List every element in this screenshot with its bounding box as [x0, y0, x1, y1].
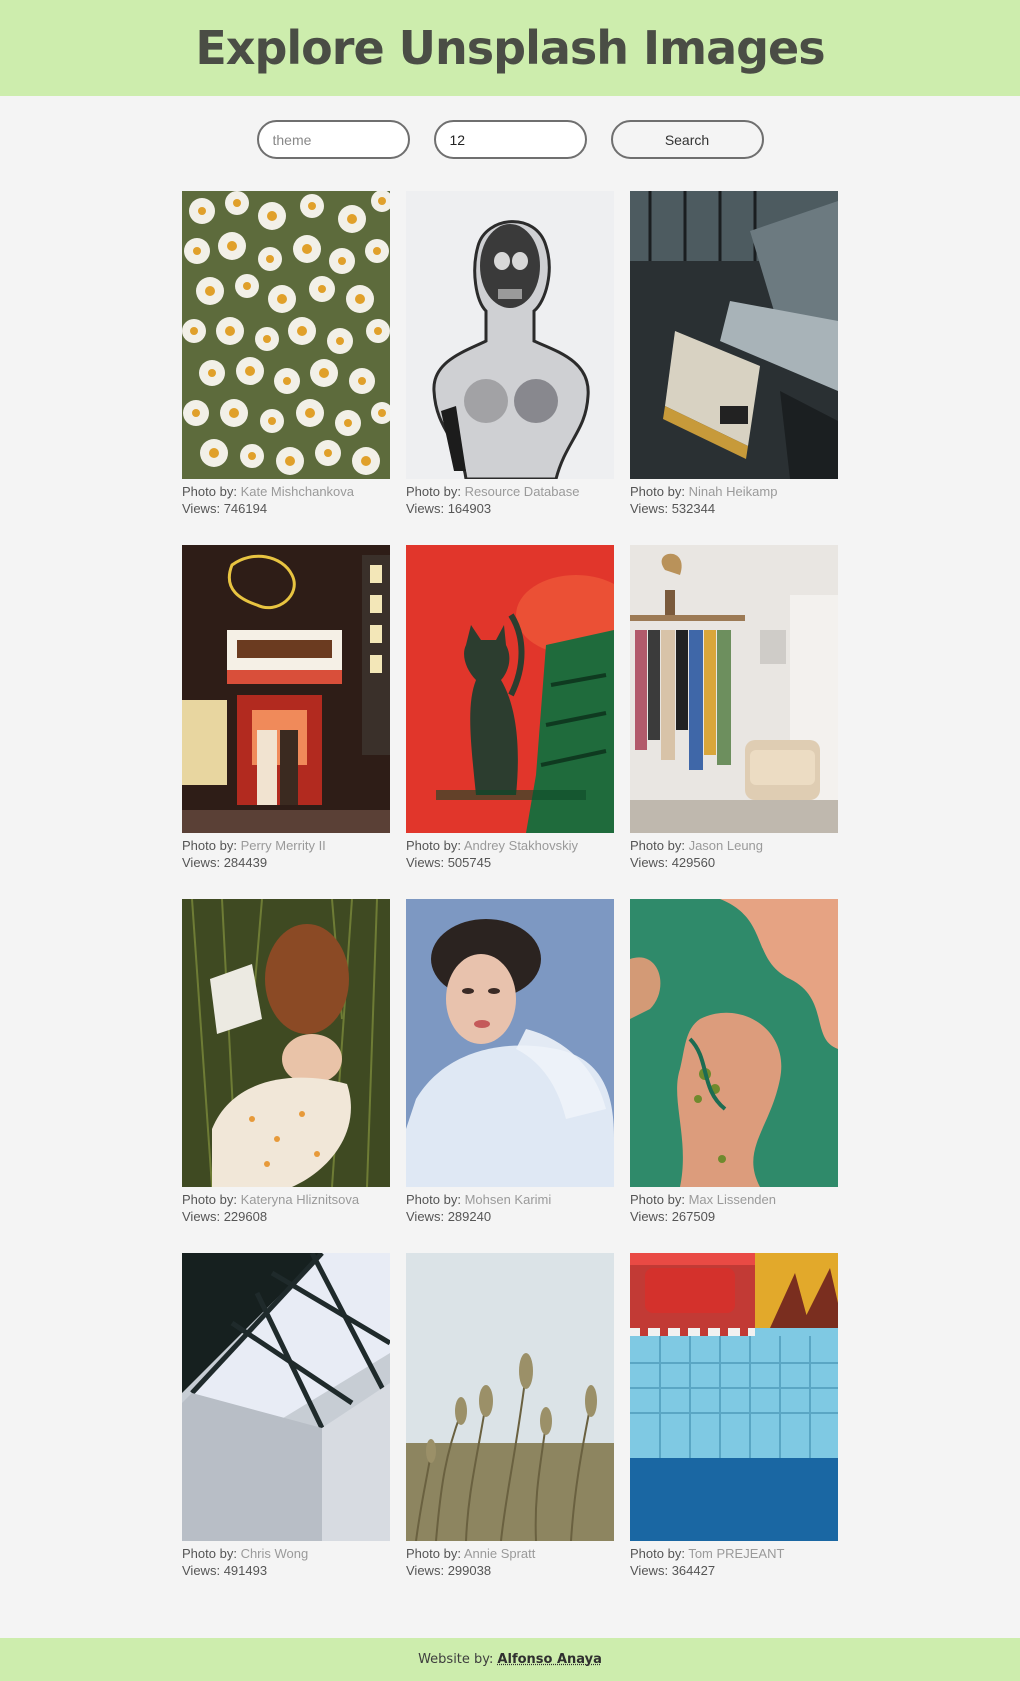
photo-skylight[interactable]	[182, 1253, 390, 1541]
photo-views: Views: 299038	[406, 1563, 492, 1578]
photo-credit: Photo by: Mohsen Karimi	[406, 1192, 552, 1207]
search-button[interactable]: Search	[610, 120, 764, 159]
photo-credit: Photo by: Tom PREJEANT	[630, 1546, 785, 1561]
views-count: 505745	[447, 855, 492, 870]
photo-credit: Photo by: Kate Mishchankova	[182, 484, 355, 499]
photo-views: Views: 289240	[406, 1209, 492, 1224]
views-count: 491493	[223, 1563, 268, 1578]
photo-credit: Photo by: Chris Wong	[182, 1546, 309, 1561]
photo-daisies[interactable]	[182, 191, 390, 479]
photo-meta: Photo by: Chris Wong Views: 491493	[182, 1545, 390, 1579]
photo-views: Views: 505745	[406, 855, 492, 870]
author-link[interactable]: Alfonso Anaya	[497, 1652, 602, 1667]
photo-card: Photo by: Annie Spratt Views: 299038	[406, 1253, 614, 1579]
footer-credit-label: Website by:	[418, 1652, 494, 1667]
photo-views: Views: 267509	[630, 1209, 716, 1224]
search-form: Search	[0, 120, 1020, 159]
photo-card: Photo by: Resource Database Views: 16490…	[406, 191, 614, 517]
views-count: 364427	[671, 1563, 716, 1578]
photographer-name: Max Lissenden	[688, 1192, 777, 1207]
photographer-name: Kateryna Hliznitsova	[240, 1192, 360, 1207]
photo-meta: Photo by: Jason Leung Views: 429560	[630, 837, 838, 871]
photo-credit: Photo by: Max Lissenden	[630, 1192, 777, 1207]
page-title: Explore Unsplash Images	[195, 21, 825, 75]
photo-credit: Photo by: Ninah Heikamp	[630, 484, 778, 499]
photographer-name: Chris Wong	[240, 1546, 309, 1561]
photo-woman-grass[interactable]	[182, 899, 390, 1187]
photo-card: Photo by: Kate Mishchankova Views: 74619…	[182, 191, 390, 517]
photo-card: Photo by: Ninah Heikamp Views: 532344	[630, 191, 838, 517]
views-count: 229608	[223, 1209, 268, 1224]
photo-credit: Photo by: Annie Spratt	[406, 1546, 536, 1561]
photographer-name: Perry Merrity II	[240, 838, 326, 853]
photographer-name: Annie Spratt	[463, 1546, 536, 1561]
photo-cat-red[interactable]	[406, 545, 614, 833]
photo-views: Views: 491493	[182, 1563, 268, 1578]
count-input[interactable]	[433, 120, 587, 159]
photo-credit: Photo by: Resource Database	[406, 484, 580, 499]
photo-meta: Photo by: Kateryna Hliznitsova Views: 22…	[182, 1191, 390, 1225]
photo-meta: Photo by: Perry Merrity II Views: 284439	[182, 837, 390, 871]
photo-woman-portrait[interactable]	[406, 899, 614, 1187]
photo-credit: Photo by: Jason Leung	[630, 838, 764, 853]
photo-card: Photo by: Chris Wong Views: 491493	[182, 1253, 390, 1579]
photo-aerial-delta[interactable]	[630, 899, 838, 1187]
photo-card: Photo by: Tom PREJEANT Views: 364427	[630, 1253, 838, 1579]
photo-credit: Photo by: Kateryna Hliznitsova	[182, 1192, 360, 1207]
views-count: 284439	[223, 855, 268, 870]
photo-card: Photo by: Kateryna Hliznitsova Views: 22…	[182, 899, 390, 1225]
photo-meta: Photo by: Ninah Heikamp Views: 532344	[630, 483, 838, 517]
photo-card: Photo by: Perry Merrity II Views: 284439	[182, 545, 390, 871]
photo-grass-field[interactable]	[406, 1253, 614, 1541]
photo-views: Views: 364427	[630, 1563, 716, 1578]
photo-credit: Photo by: Perry Merrity II	[182, 838, 326, 853]
photo-meta: Photo by: Mohsen Karimi Views: 289240	[406, 1191, 614, 1225]
views-count: 299038	[447, 1563, 492, 1578]
photographer-name: Mohsen Karimi	[464, 1192, 552, 1207]
views-count: 267509	[671, 1209, 716, 1224]
photo-views: Views: 429560	[630, 855, 716, 870]
photo-views: Views: 532344	[630, 501, 716, 516]
views-count: 532344	[671, 501, 716, 516]
views-count: 164903	[447, 501, 492, 516]
photographer-name: Andrey Stakhovskiy	[463, 838, 579, 853]
photographer-name: Ninah Heikamp	[688, 484, 778, 499]
photo-bus[interactable]	[630, 191, 838, 479]
photo-meta: Photo by: Max Lissenden Views: 267509	[630, 1191, 838, 1225]
photo-card: Photo by: Jason Leung Views: 429560	[630, 545, 838, 871]
photo-pool-tiles[interactable]	[630, 1253, 838, 1541]
photo-meta: Photo by: Tom PREJEANT Views: 364427	[630, 1545, 838, 1579]
photo-views: Views: 284439	[182, 855, 268, 870]
photographer-name: Jason Leung	[688, 838, 764, 853]
page-footer: Website by: Alfonso Anaya	[0, 1638, 1020, 1681]
views-count: 746194	[223, 501, 268, 516]
photo-card: Photo by: Mohsen Karimi Views: 289240	[406, 899, 614, 1225]
photographer-name: Tom PREJEANT	[688, 1546, 785, 1561]
photo-meta: Photo by: Kate Mishchankova Views: 74619…	[182, 483, 390, 517]
photo-xray-bust[interactable]	[406, 191, 614, 479]
photo-meta: Photo by: Andrey Stakhovskiy Views: 5057…	[406, 837, 614, 871]
image-gallery: Photo by: Kate Mishchankova Views: 74619…	[182, 191, 838, 1579]
photo-credit: Photo by: Andrey Stakhovskiy	[406, 838, 579, 853]
theme-input[interactable]	[256, 120, 410, 159]
photo-clothes-rack[interactable]	[630, 545, 838, 833]
photo-card: Photo by: Max Lissenden Views: 267509	[630, 899, 838, 1225]
photo-meta: Photo by: Annie Spratt Views: 299038	[406, 1545, 614, 1579]
photo-card: Photo by: Andrey Stakhovskiy Views: 5057…	[406, 545, 614, 871]
photo-shinjuku-shop[interactable]	[182, 545, 390, 833]
photographer-name: Kate Mishchankova	[240, 484, 355, 499]
views-count: 289240	[447, 1209, 492, 1224]
photo-views: Views: 164903	[406, 501, 492, 516]
photo-meta: Photo by: Resource Database Views: 16490…	[406, 483, 614, 517]
photo-views: Views: 229608	[182, 1209, 268, 1224]
views-count: 429560	[671, 855, 716, 870]
photo-views: Views: 746194	[182, 501, 268, 516]
photographer-name: Resource Database	[464, 484, 580, 499]
page-header: Explore Unsplash Images	[0, 0, 1020, 96]
